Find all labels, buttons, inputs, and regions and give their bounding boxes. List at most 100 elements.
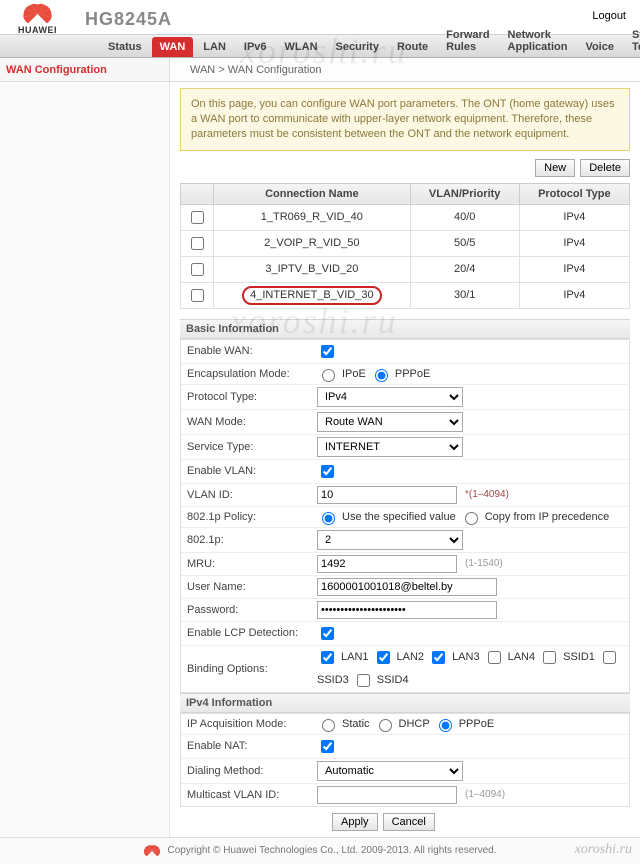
policy-specified-label: Use the specified value [342, 511, 456, 523]
label-nat: Enable NAT: [187, 740, 317, 752]
row-checkbox[interactable] [191, 237, 204, 250]
table-row[interactable]: 2_VOIP_R_VID_50 50/5 IPv4 [181, 230, 630, 256]
mru-input[interactable] [317, 555, 457, 573]
main-content: On this page, you can configure WAN port… [170, 82, 640, 837]
lcp-checkbox[interactable] [321, 627, 334, 640]
bind-lan2-label: LAN2 [397, 651, 425, 663]
label-svctype: Service Type: [187, 441, 317, 453]
nav-security[interactable]: Security [328, 37, 387, 57]
label-bind: Binding Options: [187, 663, 317, 675]
row-proto: IPv4 [519, 256, 629, 282]
apply-button[interactable]: Apply [332, 813, 378, 831]
label-vlanid: VLAN ID: [187, 489, 317, 501]
copyright: Copyright © Huawei Technologies Co., Ltd… [167, 845, 496, 856]
table-row[interactable]: 3_IPTV_B_VID_20 20/4 IPv4 [181, 256, 630, 282]
policy-specified-radio[interactable] [322, 512, 335, 525]
logout-link[interactable]: Logout [592, 10, 626, 22]
label-lcp: Enable LCP Detection: [187, 627, 317, 639]
basic-form: Enable WAN: Encapsulation Mode: IPoE PPP… [180, 339, 630, 693]
section-basic: Basic Information [180, 319, 630, 339]
label-8021p: 802.1p: [187, 534, 317, 546]
label-pass: Password: [187, 604, 317, 616]
acq-static-label: Static [342, 718, 370, 730]
bind-lan1[interactable] [321, 651, 334, 664]
delete-button[interactable]: Delete [580, 159, 630, 177]
row-vlan: 40/0 [410, 204, 519, 230]
huawei-icon [143, 844, 161, 858]
8021p-select[interactable]: 2 [317, 530, 463, 550]
bind-ssid1-label: SSID1 [563, 651, 595, 663]
vlan-id-hint: *(1–4094) [465, 489, 509, 500]
label-acq: IP Acquisition Mode: [187, 718, 317, 730]
enable-vlan-checkbox[interactable] [321, 465, 334, 478]
bind-lan3[interactable] [432, 651, 445, 664]
bind-ssid4-label: SSID4 [377, 674, 409, 686]
row-vlan: 20/4 [410, 256, 519, 282]
service-type-select[interactable]: INTERNET [317, 437, 463, 457]
encap-pppoe-radio[interactable] [375, 369, 388, 382]
section-ipv4: IPv4 Information [180, 693, 630, 713]
bind-ssid1[interactable] [543, 651, 556, 664]
encap-pppoe-label: PPPoE [395, 368, 430, 380]
label-encap: Encapsulation Mode: [187, 368, 317, 380]
nav-wlan[interactable]: WLAN [277, 37, 326, 57]
col-name: Connection Name [214, 183, 411, 204]
enable-wan-checkbox[interactable] [321, 345, 334, 358]
username-input[interactable] [317, 578, 497, 596]
multicast-vlan-input[interactable] [317, 786, 457, 804]
password-input[interactable] [317, 601, 497, 619]
nav-route[interactable]: Route [389, 37, 436, 57]
label-dial: Dialing Method: [187, 765, 317, 777]
dialing-select[interactable]: Automatic [317, 761, 463, 781]
table-row[interactable]: 4_INTERNET_B_VID_30 30/1 IPv4 [181, 282, 630, 308]
row-proto: IPv4 [519, 204, 629, 230]
main-nav: Status WAN LAN IPv6 WLAN Security Route … [0, 34, 640, 58]
col-proto: Protocol Type [519, 183, 629, 204]
wanmode-select[interactable]: Route WAN [317, 412, 463, 432]
nat-checkbox[interactable] [321, 740, 334, 753]
label-proto: Protocol Type: [187, 391, 317, 403]
bind-ssid3[interactable] [603, 651, 616, 664]
acq-static-radio[interactable] [322, 719, 335, 732]
bind-lan4-label: LAN4 [508, 651, 536, 663]
protocol-select[interactable]: IPv4 [317, 387, 463, 407]
bind-ssid4[interactable] [357, 674, 370, 687]
label-enable-wan: Enable WAN: [187, 345, 317, 357]
acq-pppoe-radio[interactable] [439, 719, 452, 732]
bind-lan3-label: LAN3 [452, 651, 480, 663]
sidebar-active-item[interactable]: WAN Configuration [0, 58, 170, 81]
vlan-id-input[interactable] [317, 486, 457, 504]
row-name: 4_INTERNET_B_VID_30 [214, 282, 411, 308]
col-check [181, 183, 214, 204]
row-name: 2_VOIP_R_VID_50 [214, 230, 411, 256]
label-enable-vlan: Enable VLAN: [187, 465, 317, 477]
table-row[interactable]: 1_TR069_R_VID_40 40/0 IPv4 [181, 204, 630, 230]
nav-voice[interactable]: Voice [577, 37, 622, 57]
brand-text: HUAWEI [18, 25, 57, 35]
footer: Copyright © Huawei Technologies Co., Ltd… [0, 837, 640, 864]
policy-copy-radio[interactable] [465, 512, 478, 525]
row-name: 1_TR069_R_VID_40 [214, 204, 411, 230]
brand-logo: HUAWEI [10, 3, 65, 35]
label-policy: 802.1p Policy: [187, 511, 317, 523]
bind-lan2[interactable] [377, 651, 390, 664]
bind-ssid3-label: SSID3 [317, 674, 349, 686]
nav-lan[interactable]: LAN [195, 37, 234, 57]
nav-status[interactable]: Status [100, 37, 150, 57]
huawei-icon [20, 3, 55, 25]
cancel-button[interactable]: Cancel [383, 813, 435, 831]
new-button[interactable]: New [535, 159, 575, 177]
row-checkbox[interactable] [191, 289, 204, 302]
row-vlan: 50/5 [410, 230, 519, 256]
row-checkbox[interactable] [191, 211, 204, 224]
acq-dhcp-label: DHCP [399, 718, 430, 730]
label-mcast: Multicast VLAN ID: [187, 789, 317, 801]
encap-ipoe-radio[interactable] [322, 369, 335, 382]
acq-dhcp-radio[interactable] [379, 719, 392, 732]
bind-lan4[interactable] [488, 651, 501, 664]
row-checkbox[interactable] [191, 263, 204, 276]
nav-wan[interactable]: WAN [152, 37, 194, 57]
acq-pppoe-label: PPPoE [459, 718, 494, 730]
breadcrumb: WAN > WAN Configuration [170, 64, 322, 76]
nav-ipv6[interactable]: IPv6 [236, 37, 275, 57]
